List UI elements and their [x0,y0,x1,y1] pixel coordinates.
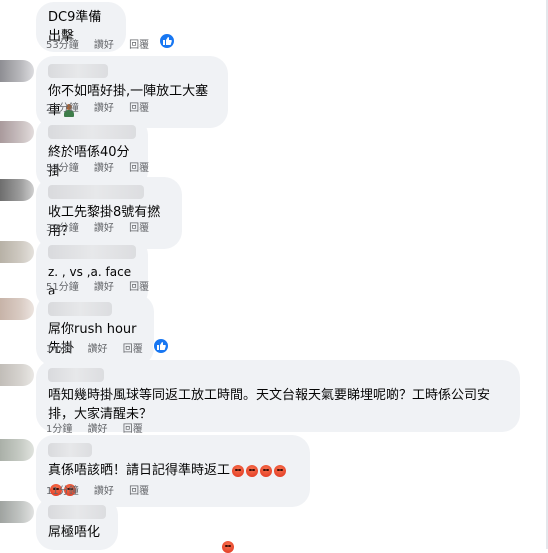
angry-face-icon [274,464,287,477]
comment-bubble: 屌你rush hour先掛 [36,294,154,366]
like-link[interactable]: 讚好 [94,282,114,293]
avatar[interactable] [0,121,34,143]
comment-meta: 27分鐘 讚好 回覆 [46,99,161,114]
comment-meta: 1分鐘 讚好 回覆 [46,420,155,435]
angry-face-icon [260,464,273,477]
comment-time[interactable]: 1小時 [46,344,72,355]
comment-time[interactable]: 27分鐘 [46,103,79,114]
reply-link[interactable]: 回覆 [129,223,149,234]
comment-meta: 53分鐘 讚好 回覆 [46,159,161,174]
comment-meta: 53分鐘 讚好 回覆 [46,36,161,51]
comment-meta: 1小時 讚好 回覆 [46,340,155,355]
comment-bubble: 屌極唔化 [36,497,118,550]
comment-meta: 51分鐘 讚好 回覆 [46,278,161,293]
author-name-redacted[interactable] [48,443,92,457]
comment-meta: 11分鐘 讚好 回覆 [46,482,161,497]
author-name-redacted[interactable] [48,185,144,199]
reply-link[interactable]: 回覆 [123,344,143,355]
comment-time[interactable]: 11分鐘 [46,486,79,497]
author-name-redacted[interactable] [48,125,136,139]
comment-time[interactable]: 53分鐘 [46,163,79,174]
avatar[interactable] [0,179,34,201]
reply-link[interactable]: 回覆 [123,424,143,435]
angry-face-icon [232,464,245,477]
avatar[interactable] [0,364,34,386]
like-link[interactable]: 讚好 [94,103,114,114]
like-link[interactable]: 讚好 [94,223,114,234]
comment-time[interactable]: 39分鐘 [46,223,79,234]
like-reaction-icon[interactable] [159,33,175,49]
reply-link[interactable]: 回覆 [129,103,149,114]
like-link[interactable]: 讚好 [88,424,108,435]
avatar[interactable] [0,439,34,461]
like-link[interactable]: 讚好 [94,486,114,497]
like-link[interactable]: 讚好 [88,344,108,355]
angry-face-icon [222,541,234,553]
comment-time[interactable]: 51分鐘 [46,282,79,293]
avatar[interactable] [0,60,34,82]
reply-link[interactable]: 回覆 [129,163,149,174]
comment-meta: 39分鐘 讚好 回覆 [46,219,161,234]
angry-face-icon [246,464,259,477]
comment-time[interactable]: 53分鐘 [46,40,79,51]
reply-link[interactable]: 回覆 [129,40,149,51]
author-name-redacted[interactable] [48,64,108,78]
reply-link[interactable]: 回覆 [129,282,149,293]
author-name-redacted[interactable] [48,302,112,316]
comment-text: 唔知幾時掛風球等同返工放工時間。天文台報天氣要睇埋呢啲？工時係公司安排，大家清醒… [48,388,491,422]
like-link[interactable]: 讚好 [94,163,114,174]
avatar[interactable] [0,298,34,320]
like-link[interactable]: 讚好 [94,40,114,51]
avatar[interactable] [0,241,34,263]
reply-link[interactable]: 回覆 [129,486,149,497]
comment-text: 屌極唔化 [48,525,101,540]
author-name-redacted[interactable] [48,245,136,259]
avatar[interactable] [0,501,34,523]
like-reaction-icon[interactable] [153,338,169,354]
comment-time[interactable]: 1分鐘 [46,424,72,435]
author-name-redacted[interactable] [48,505,106,519]
author-name-redacted[interactable] [48,368,104,382]
comment-text-body: 真係唔該晒！請日記得準時返工 [48,463,231,478]
